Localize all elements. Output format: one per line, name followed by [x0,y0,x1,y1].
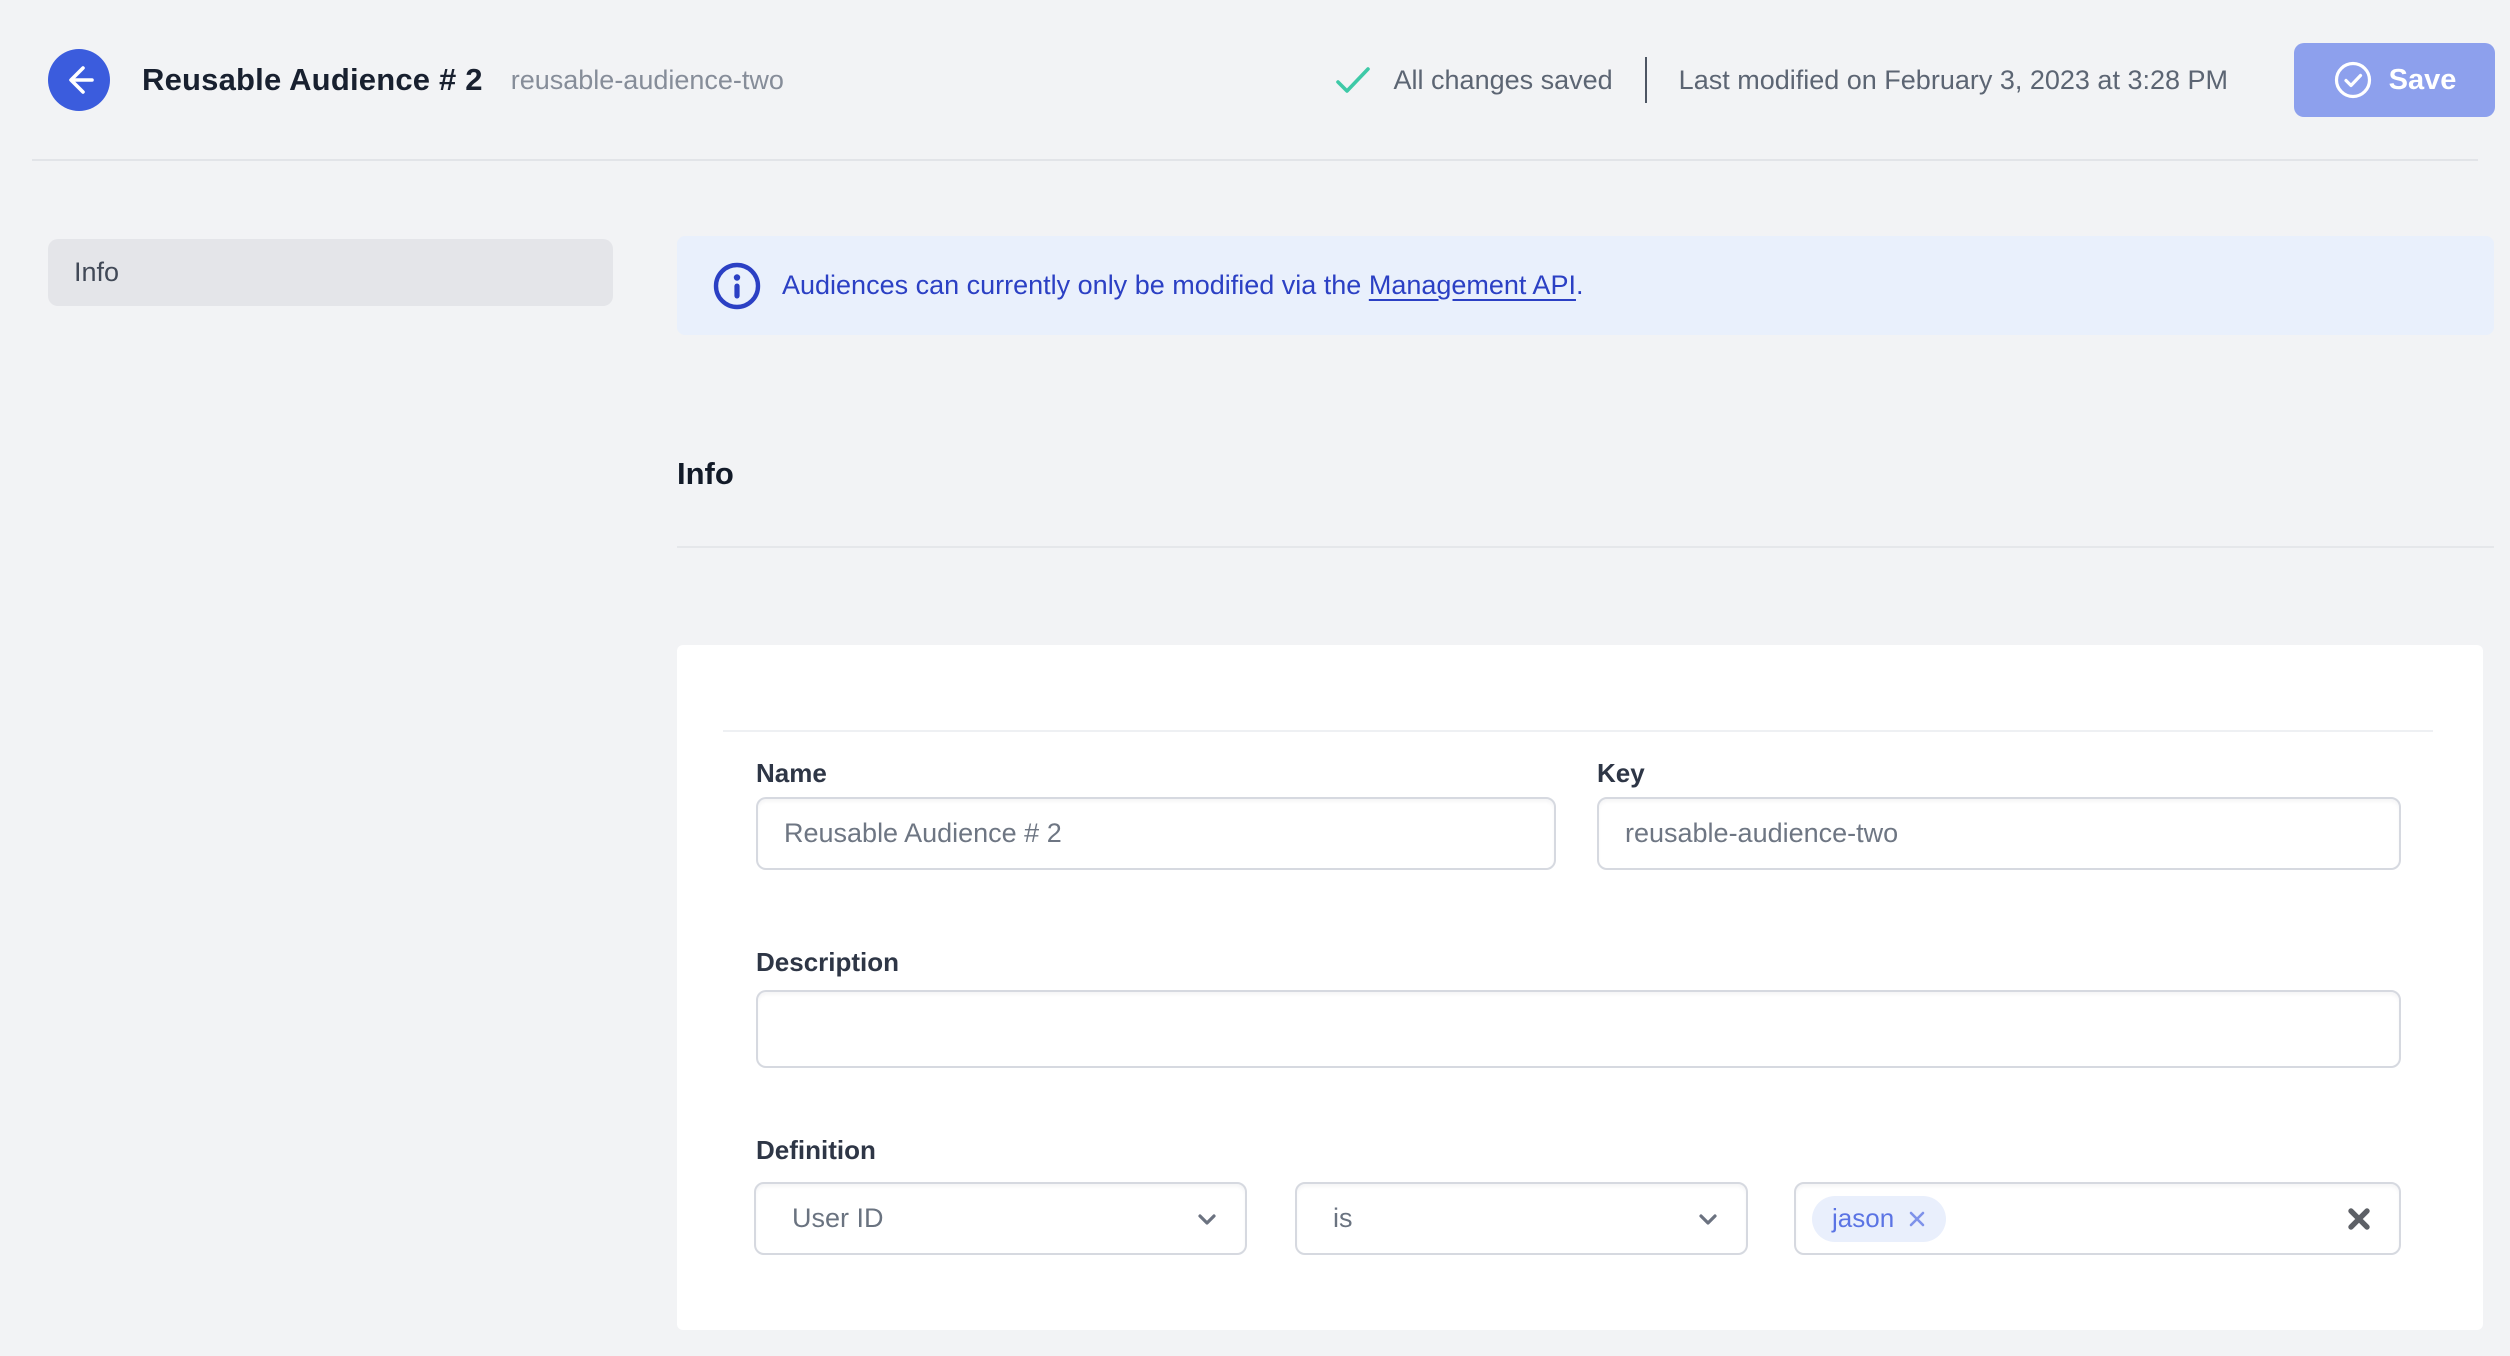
definition-label: Definition [756,1135,876,1165]
header: Reusable Audience # 2 reusable-audience-… [0,0,2510,160]
field-clear-x-icon[interactable] [2343,1203,2375,1235]
header-vertical-divider [1644,57,1647,103]
chevron-down-icon [1694,1205,1722,1233]
key-label: Key [1597,758,1645,788]
description-label: Description [756,947,900,977]
value-chip: jason [1812,1195,1947,1242]
sidebar-item-info[interactable]: Info [48,239,613,306]
operator-select[interactable]: is [1295,1182,1748,1255]
name-input[interactable] [756,797,1556,870]
last-modified: Last modified on February 3, 2023 at 3:2… [1678,64,2228,95]
description-input[interactable] [756,990,2401,1068]
key-input[interactable] [1597,797,2401,870]
operator-select-value: is [1333,1203,1353,1233]
header-divider [32,159,2478,161]
info-card: Name Key Description Definition User ID … [677,645,2483,1330]
back-button[interactable] [48,49,110,111]
circle-check-icon [2333,60,2373,100]
page-title: Reusable Audience # 2 [142,62,483,97]
arrow-left-icon [62,63,96,97]
name-label: Name [756,758,827,788]
save-status: All changes saved [1393,64,1613,95]
management-api-link[interactable]: Management API [1369,270,1576,300]
info-banner: Audiences can currently only be modified… [677,236,2494,335]
section-title: Info [677,456,734,491]
page-slug: reusable-audience-two [510,64,784,95]
check-icon [1334,63,1372,97]
trait-select[interactable]: User ID [754,1182,1247,1255]
banner-text: Audiences can currently only be modified… [782,270,1583,301]
info-circle-icon [712,261,762,311]
save-button-label: Save [2388,63,2457,96]
banner-text-prefix: Audiences can currently only be modified… [782,270,1369,300]
section-divider [677,546,2494,548]
chevron-down-icon [1193,1205,1221,1233]
value-chip-label: jason [1832,1203,1895,1233]
card-inner-divider [723,730,2433,732]
chip-remove-x-icon[interactable] [1906,1208,1928,1230]
save-button[interactable]: Save [2294,43,2495,117]
sidebar-item-label: Info [74,257,120,287]
audience-value-field[interactable]: jason [1794,1182,2401,1255]
trait-select-value: User ID [792,1203,884,1233]
banner-text-suffix: . [1575,270,1584,300]
